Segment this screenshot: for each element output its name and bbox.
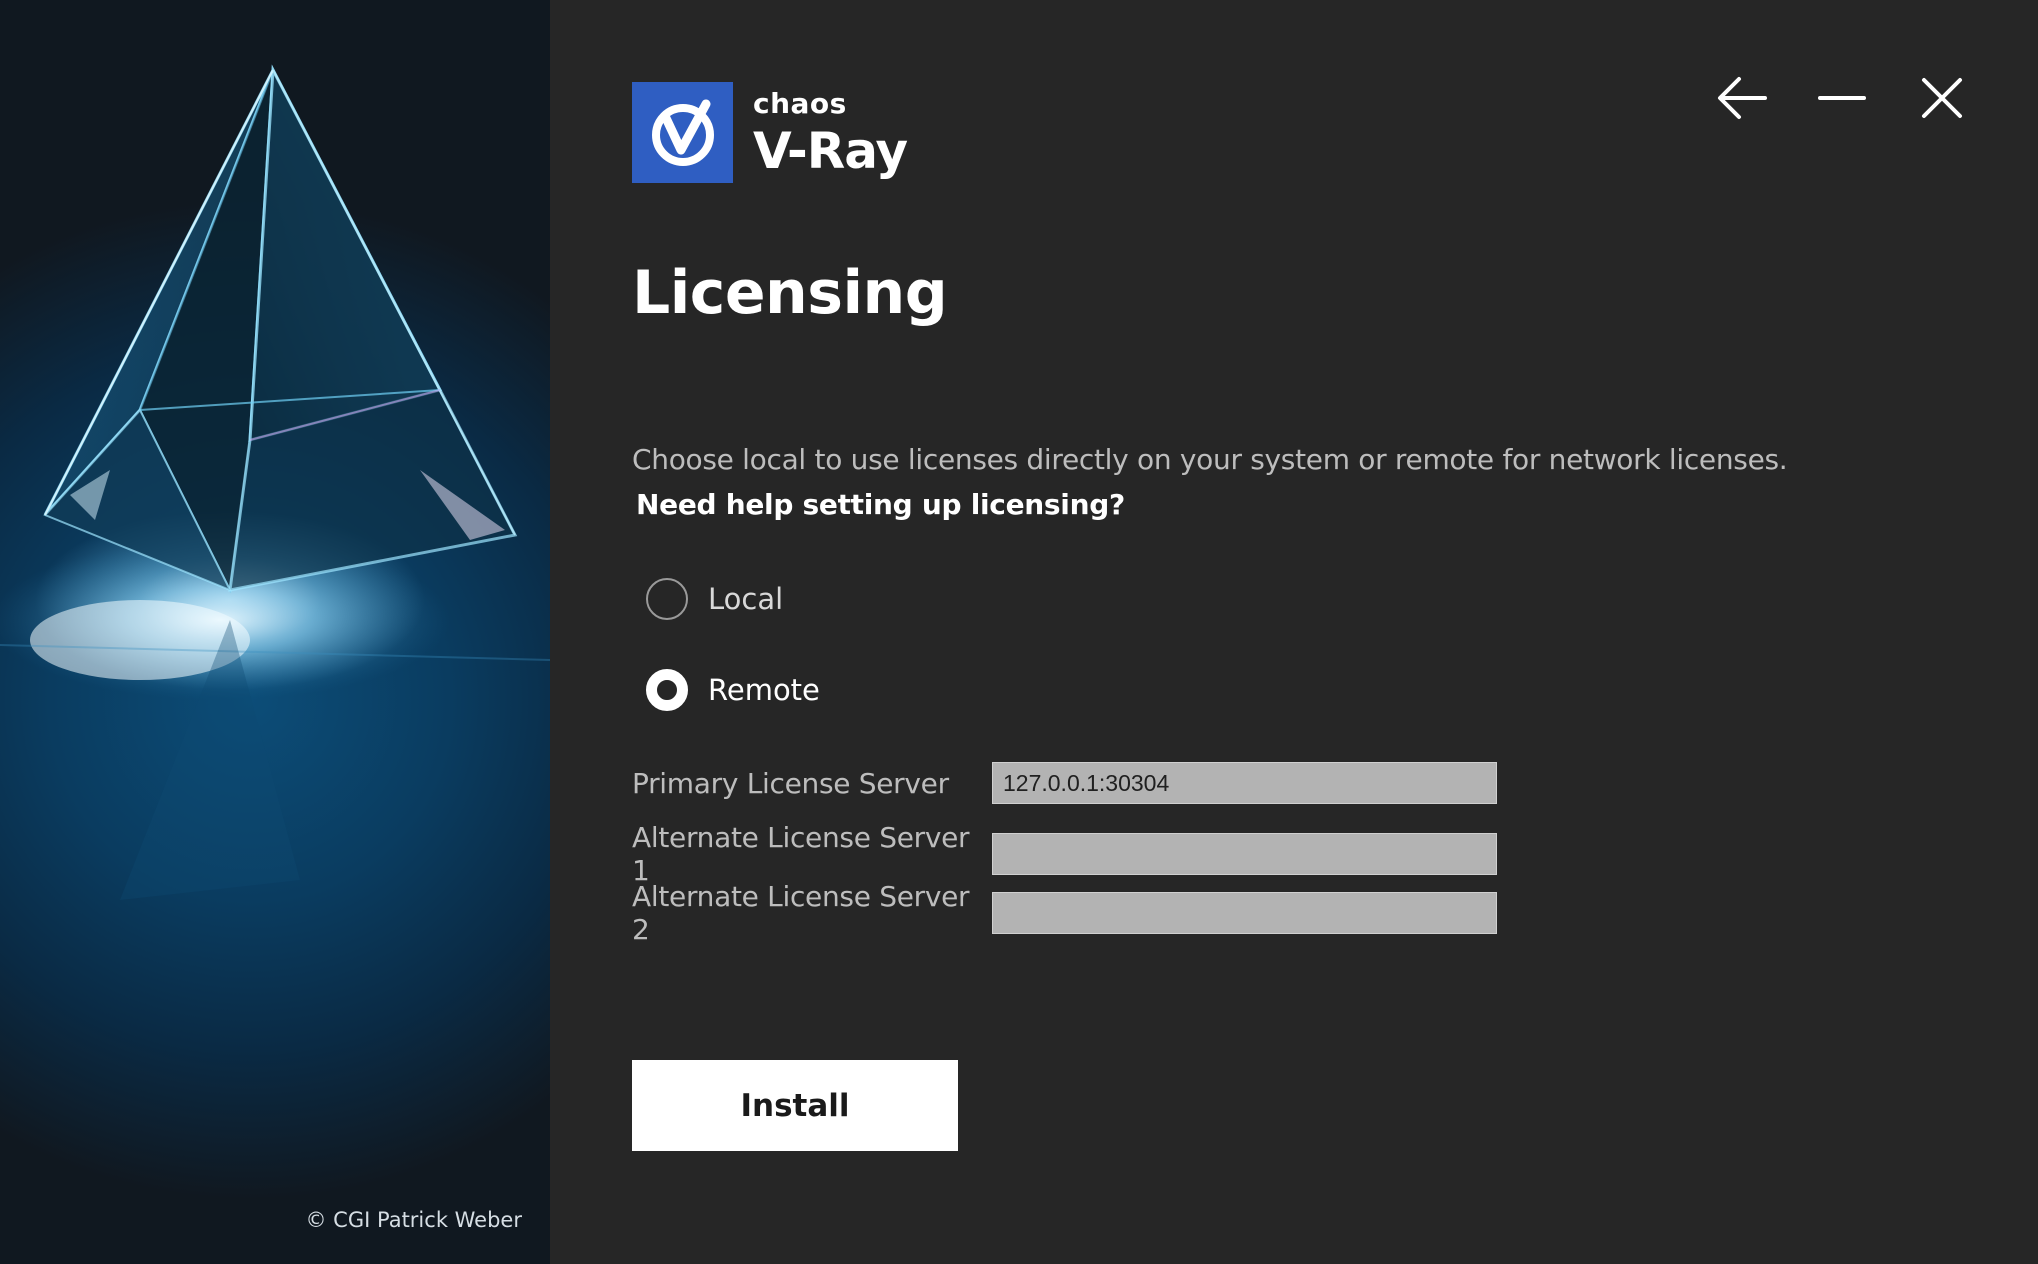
alternate-server-1-row: Alternate License Server 1 <box>632 821 1497 887</box>
alternate-server-1-label: Alternate License Server 1 <box>632 821 970 887</box>
help-link[interactable]: Need help setting up licensing? <box>636 488 1125 521</box>
back-button[interactable] <box>1716 72 1768 124</box>
prism-illustration <box>0 64 550 900</box>
vray-v-icon <box>651 99 714 166</box>
primary-server-label: Primary License Server <box>632 766 949 800</box>
logo-text: chaos V-Ray <box>753 86 908 180</box>
logo-brand: chaos <box>753 86 847 120</box>
install-button[interactable]: Install <box>632 1060 958 1151</box>
radio-remote-indicator[interactable] <box>646 669 688 711</box>
minimize-icon <box>1818 96 1866 100</box>
page-title: Licensing <box>632 258 948 328</box>
minimize-button[interactable] <box>1816 72 1868 124</box>
vray-logo: chaos V-Ray <box>632 82 908 183</box>
radio-remote-label: Remote <box>708 673 820 707</box>
radio-local[interactable]: Local <box>646 578 783 620</box>
radio-local-label: Local <box>708 582 784 616</box>
radio-local-indicator[interactable] <box>646 578 688 620</box>
close-icon <box>1922 78 1962 118</box>
primary-server-row: Primary License Server <box>632 762 1497 804</box>
primary-server-input[interactable] <box>992 762 1497 804</box>
radio-remote[interactable]: Remote <box>646 669 820 711</box>
alternate-server-2-row: Alternate License Server 2 <box>632 880 1497 946</box>
alternate-server-2-label: Alternate License Server 2 <box>632 880 970 946</box>
vray-logo-mark <box>632 82 733 183</box>
arrow-left-icon <box>1718 77 1767 119</box>
logo-product: V-Ray <box>753 121 908 180</box>
copyright-text: © CGI Patrick Weber <box>305 1208 523 1232</box>
alternate-server-1-input[interactable] <box>992 833 1497 875</box>
close-button[interactable] <box>1916 72 1968 124</box>
artwork-panel: © CGI Patrick Weber <box>0 0 550 1264</box>
alternate-server-2-input[interactable] <box>992 892 1497 934</box>
window-controls <box>1716 72 1968 124</box>
licensing-description: Choose local to use licenses directly on… <box>632 443 1788 476</box>
